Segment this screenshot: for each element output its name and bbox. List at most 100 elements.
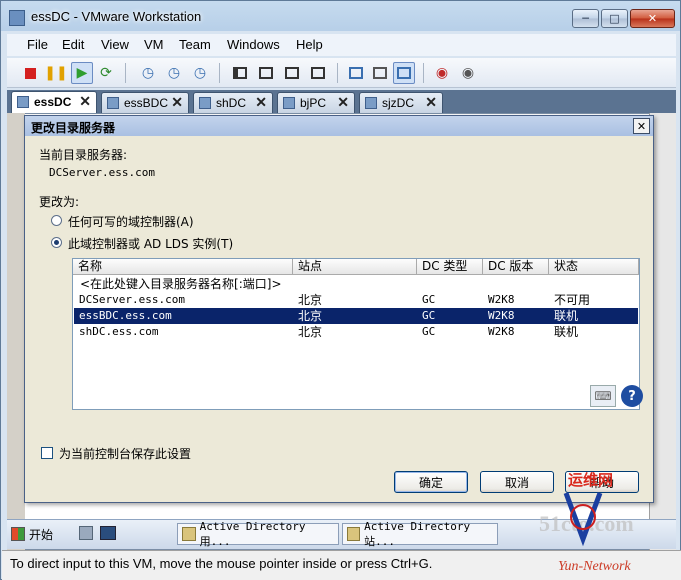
status-text: To direct input to this VM, move the mou… — [10, 556, 433, 571]
menu-team[interactable]: Team — [179, 37, 211, 52]
table-row[interactable]: DCServer.ess.com 北京 GC W2K8 不可用 — [74, 292, 638, 308]
placeholder-text: <在此处键入目录服务器名称[:端口]> — [80, 277, 282, 291]
summary-view-icon[interactable] — [369, 62, 391, 84]
menu-help[interactable]: Help — [296, 37, 323, 52]
server-manager-icon[interactable] — [79, 526, 93, 540]
tab-sjzdc[interactable]: sjzDC ✕ — [359, 92, 443, 113]
cell-version: W2K8 — [488, 293, 515, 306]
title-bar: essDC - VMware Workstation ─ □ ✕ — [1, 1, 680, 33]
console-view-icon[interactable] — [345, 62, 367, 84]
power-on-icon[interactable]: ▶ — [71, 62, 93, 84]
close-tab-icon[interactable]: ✕ — [337, 94, 349, 111]
vmware-window: essDC - VMware Workstation ─ □ ✕ File Ed… — [0, 0, 681, 580]
cell-name: DCServer.ess.com — [79, 293, 185, 306]
window-title: essDC - VMware Workstation — [31, 9, 202, 24]
suspend-icon[interactable]: ❚❚ — [44, 62, 67, 84]
console-icon[interactable] — [100, 526, 116, 540]
menu-windows[interactable]: Windows — [227, 37, 280, 52]
vm-icon — [365, 97, 377, 109]
dialog-close-button[interactable]: ✕ — [633, 118, 650, 134]
quick-switch-icon[interactable] — [281, 62, 303, 84]
vm-icon — [107, 97, 119, 109]
save-setting-label[interactable]: 为当前控制台保存此设置 — [59, 445, 191, 462]
tab-essbdc[interactable]: essBDC ✕ — [101, 92, 189, 113]
column-status[interactable]: 状态 — [549, 259, 639, 275]
close-tab-icon[interactable]: ✕ — [171, 94, 183, 111]
cell-site: 北京 — [298, 309, 323, 323]
replay-icon[interactable]: ◉ — [457, 62, 479, 84]
dialog-title: 更改目录服务器 — [31, 121, 116, 135]
cell-version: W2K8 — [488, 325, 515, 338]
windows-logo-icon — [11, 527, 25, 541]
watermark-bottom: Yun-Network — [558, 559, 631, 574]
guest-left-pane — [7, 113, 25, 550]
current-server-label: 当前目录服务器: — [39, 148, 128, 162]
menu-file[interactable]: File — [27, 37, 48, 52]
taskbar-item-ad-users[interactable]: Active Directory 用... — [177, 520, 339, 548]
current-server-value: DCServer.ess.com — [49, 166, 155, 179]
vm-tab-strip: essDC ✕ essBDC ✕ shDC ✕ bjPC ✕ sjzDC ✕ — [7, 90, 676, 113]
revert-snapshot-icon[interactable]: ◷ — [163, 62, 185, 84]
fullscreen-icon[interactable] — [255, 62, 277, 84]
cell-site: 北京 — [298, 293, 323, 307]
radio-any-writable-dc-label[interactable]: 任何可写的域控制器(A) — [68, 213, 194, 230]
change-to-label: 更改为: — [39, 195, 80, 209]
toolbar: ❚❚ ▶ ⟳ ◷ ◷ ◷ ◉ ◉ — [7, 58, 676, 88]
dc-list-header: 名称 站点 DC 类型 DC 版本 状态 — [73, 259, 639, 275]
close-window-button[interactable]: ✕ — [630, 9, 675, 28]
record-icon[interactable]: ◉ — [431, 62, 453, 84]
cell-name: essBDC.ess.com — [79, 309, 172, 322]
snapshot-manager-icon[interactable]: ◷ — [189, 62, 211, 84]
save-setting-checkbox[interactable] — [41, 447, 53, 459]
cell-name: shDC.ess.com — [79, 325, 159, 338]
close-tab-icon[interactable]: ✕ — [79, 93, 91, 110]
cell-type: GC — [422, 293, 436, 306]
taskbar-item-ad-sites[interactable]: Active Directory 站... — [342, 520, 498, 548]
tab-essdc[interactable]: essDC ✕ — [11, 91, 97, 113]
thumbnail-view-icon[interactable] — [393, 62, 415, 84]
cell-status: 联机 — [554, 309, 579, 323]
vm-icon — [283, 97, 295, 109]
cell-site: 北京 — [298, 325, 323, 339]
menu-view[interactable]: View — [101, 37, 129, 52]
cell-type: GC — [422, 325, 436, 338]
radio-this-dc[interactable] — [51, 237, 62, 248]
minimize-button[interactable]: ─ — [572, 9, 599, 28]
tab-bjpc[interactable]: bjPC ✕ — [277, 92, 355, 113]
power-off-icon[interactable] — [19, 62, 41, 84]
placeholder-row[interactable]: <在此处键入目录服务器名称[:端口]> — [74, 276, 638, 292]
cancel-button[interactable]: 取消 — [480, 471, 554, 493]
unity-icon[interactable] — [307, 62, 329, 84]
ok-button[interactable]: 确定 — [394, 471, 468, 493]
menu-edit[interactable]: Edit — [62, 37, 84, 52]
cell-status: 联机 — [554, 325, 579, 339]
show-sidebar-icon[interactable] — [229, 62, 251, 84]
vm-icon — [17, 96, 29, 108]
close-tab-icon[interactable]: ✕ — [255, 94, 267, 111]
vm-icon — [199, 97, 211, 109]
change-directory-server-dialog: 更改目录服务器 ✕ 当前目录服务器: DCServer.ess.com 更改为:… — [24, 115, 654, 503]
radio-any-writable-dc[interactable] — [51, 215, 62, 226]
tab-shdc[interactable]: shDC ✕ — [193, 92, 273, 113]
table-row-selected[interactable]: essBDC.ess.com 北京 GC W2K8 联机 — [74, 308, 638, 324]
folder-icon — [347, 527, 361, 541]
snapshot-icon[interactable]: ◷ — [137, 62, 159, 84]
watermark-logo-icon — [563, 492, 603, 547]
column-dc-version[interactable]: DC 版本 — [483, 259, 549, 275]
dc-list[interactable]: 名称 站点 DC 类型 DC 版本 状态 <在此处键入目录服务器名称[:端口]>… — [72, 258, 640, 410]
dialog-title-bar: 更改目录服务器 ✕ — [25, 116, 653, 136]
column-name[interactable]: 名称 — [73, 259, 293, 275]
close-tab-icon[interactable]: ✕ — [425, 94, 437, 111]
menu-bar: File Edit View VM Team Windows Help — [7, 34, 676, 56]
maximize-button[interactable]: □ — [601, 9, 628, 28]
radio-this-dc-label[interactable]: 此域控制器或 AD LDS 实例(T) — [68, 235, 233, 252]
start-button[interactable]: 开始 — [11, 523, 61, 545]
cell-status: 不可用 — [554, 293, 591, 307]
column-dc-type[interactable]: DC 类型 — [417, 259, 483, 275]
menu-vm[interactable]: VM — [144, 37, 164, 52]
column-site[interactable]: 站点 — [293, 259, 417, 275]
table-row[interactable]: shDC.ess.com 北京 GC W2K8 联机 — [74, 324, 638, 340]
keyboard-icon[interactable]: ⌨ — [590, 385, 616, 407]
help-icon[interactable]: ? — [621, 385, 643, 407]
reset-icon[interactable]: ⟳ — [95, 62, 117, 84]
